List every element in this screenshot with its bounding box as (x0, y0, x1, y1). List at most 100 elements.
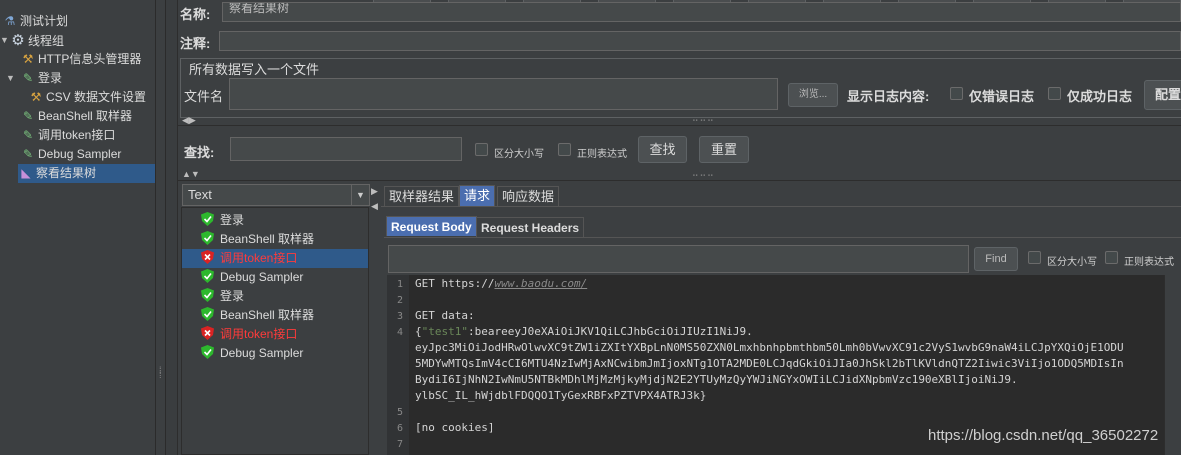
tab-response-data[interactable]: 响应数据 (497, 186, 560, 206)
errors-only-label: 仅错误日志 (969, 89, 1035, 104)
configure-button[interactable]: 配置 (1144, 80, 1181, 110)
chevron-down-icon: ▼ (351, 185, 369, 205)
result-item[interactable]: 调用token接口 (182, 325, 297, 344)
body-find-button[interactable]: Find (974, 247, 1018, 271)
collapse-panel-icon[interactable]: ▲▼ (182, 169, 200, 179)
divider (384, 237, 1181, 238)
body-case-checkbox[interactable] (1028, 251, 1041, 264)
search-case-label: 区分大小写 (494, 149, 544, 160)
error-shield-icon (201, 250, 214, 264)
browse-button[interactable]: 浏览... (788, 83, 838, 107)
line-number: 6 (396, 423, 403, 434)
splitter-grip-icon[interactable]: ⠒⠒⠒ (692, 117, 715, 126)
search-find-button[interactable]: 查找 (638, 136, 687, 163)
wrench-icon: ⚒ (22, 52, 34, 66)
gear-icon: ⚙ (11, 32, 25, 49)
body-regex-checkbox[interactable] (1105, 251, 1118, 264)
panel-border (166, 0, 178, 455)
success-shield-icon (201, 269, 214, 283)
result-item[interactable]: 登录 (182, 287, 244, 306)
success-shield-icon (201, 212, 214, 226)
name-label: 名称: (180, 7, 211, 22)
wrench-icon: ⚒ (30, 90, 42, 104)
result-item-selected[interactable]: 调用token接口 (182, 249, 368, 268)
sampler-icon: ✎ (22, 71, 34, 85)
code-line: eyJpc3MiOiJodHRwOlwvXC9tZW1iZXItYXBpLnN0… (415, 341, 1124, 354)
line-number: 2 (396, 295, 403, 306)
expand-arrow-icon[interactable]: ▼ (0, 35, 9, 45)
comment-label: 注释: (180, 36, 211, 51)
body-case-label: 区分大小写 (1047, 257, 1097, 268)
result-item[interactable]: 登录 (182, 211, 244, 230)
tab-request[interactable]: 请求 (459, 185, 496, 206)
tree-item-csv-data-set[interactable]: ⚒ CSV 数据文件设置 (28, 88, 146, 107)
tree-item-http-header-manager[interactable]: ⚒ HTTP信息头管理器 (20, 50, 142, 69)
tree-item-call-token-api[interactable]: ✎ 调用token接口 (20, 126, 115, 145)
errors-only-checkbox[interactable] (950, 87, 963, 100)
body-regex-label: 正则表达式 (1124, 257, 1174, 268)
renderer-select[interactable]: Text ▼ (182, 184, 370, 206)
vertical-scrollbar[interactable] (1164, 275, 1181, 455)
code-line: ylbSC_IL_hWjdblFDQQO1TyGexRBFxPZTVPX4ATR… (415, 389, 707, 402)
success-shield-icon (201, 231, 214, 245)
tree-item-thread-group[interactable]: ⚙ 线程组 (10, 31, 64, 50)
name-field[interactable]: 察看结果树 (222, 2, 1181, 22)
collapse-panel-icon[interactable]: ◀ (371, 201, 378, 212)
code-line: {"test1":beareeyJ0eXAiOiJKV1QiLCJhbGciOi… (415, 325, 753, 338)
search-reset-button[interactable]: 重置 (699, 136, 749, 163)
success-only-label: 仅成功日志 (1067, 89, 1133, 104)
success-shield-icon (201, 307, 214, 321)
result-item[interactable]: BeanShell 取样器 (182, 230, 314, 249)
search-label: 查找: (184, 145, 215, 160)
sampler-icon: ✎ (22, 109, 34, 123)
code-line: BydiI6IjNhN2IwNmU5NTBkMDhlMjMzMjkyMjdjN2… (415, 373, 1018, 386)
tab-sampler-result[interactable]: 取样器结果 (384, 186, 460, 206)
tree-splitter[interactable]: ⁞ ⁞ (156, 0, 166, 455)
tree-item-debug-sampler[interactable]: ✎ Debug Sampler (20, 145, 121, 164)
flask-icon: ⚗ (4, 14, 16, 28)
line-number: 1 (396, 279, 403, 290)
splitter-grip-icon[interactable]: ⠒⠒⠒ (692, 172, 715, 181)
tree-item-beanshell-sampler[interactable]: ✎ BeanShell 取样器 (20, 107, 132, 126)
line-number: 4 (396, 327, 403, 338)
tree-item-test-plan[interactable]: ⚗ 测试计划 (2, 12, 68, 31)
divider (381, 206, 1181, 207)
chart-icon: ◣ (21, 166, 31, 180)
sample-results-list: 登录 BeanShell 取样器 调用token接口 Debug Sampler… (181, 207, 369, 455)
watermark: https://blog.csdn.net/qq_36502272 (928, 427, 1159, 444)
search-case-checkbox[interactable] (475, 143, 488, 156)
sampler-icon: ✎ (22, 128, 34, 142)
code-line: 5MDYwMTQsImV4cCI6MTU4NzIwMjAxNCwibmJmIjo… (415, 357, 1124, 370)
sampler-icon: ✎ (22, 147, 34, 161)
tab-request-headers[interactable]: Request Headers (476, 217, 585, 237)
result-item[interactable]: BeanShell 取样器 (182, 306, 314, 325)
expand-arrow-icon[interactable]: ▼ (6, 73, 15, 83)
search-input[interactable] (230, 137, 462, 161)
log-display-label: 显示日志内容: (847, 89, 930, 104)
code-line: [no cookies] (415, 421, 495, 434)
search-regex-checkbox[interactable] (558, 143, 571, 156)
tree-item-login[interactable]: ✎ 登录 (20, 69, 62, 88)
code-line: GET https://www.baodu.com/ (415, 277, 588, 290)
success-shield-icon (201, 345, 214, 359)
search-regex-label: 正则表达式 (577, 149, 627, 160)
tree-item-view-results-tree[interactable]: ◣ 察看结果树 (18, 164, 155, 183)
request-url-link[interactable]: www.baodu.com/ (494, 277, 587, 290)
error-shield-icon (201, 326, 214, 340)
collapse-panel-icon[interactable]: ▶ (371, 186, 378, 197)
line-number: 3 (396, 311, 403, 322)
result-item[interactable]: Debug Sampler (182, 344, 303, 363)
body-search-input[interactable] (388, 245, 969, 273)
divider (178, 125, 1181, 126)
success-only-checkbox[interactable] (1048, 87, 1061, 100)
tab-request-body[interactable]: Request Body (386, 216, 477, 236)
result-item[interactable]: Debug Sampler (182, 268, 303, 287)
comment-field[interactable] (219, 31, 1181, 51)
code-line: GET data: (415, 309, 475, 322)
file-section-title: 所有数据写入一个文件 (186, 59, 323, 78)
splitter-grip-icon: ⁞ ⁞ (159, 365, 161, 380)
filename-input[interactable] (229, 78, 778, 110)
divider (178, 180, 1181, 181)
test-plan-tree: ⚗ 测试计划 ▼ ⚙ 线程组 ⚒ HTTP信息头管理器 ▼ ✎ 登录 ⚒ CSV 数据文件… (0, 0, 156, 455)
success-shield-icon (201, 288, 214, 302)
